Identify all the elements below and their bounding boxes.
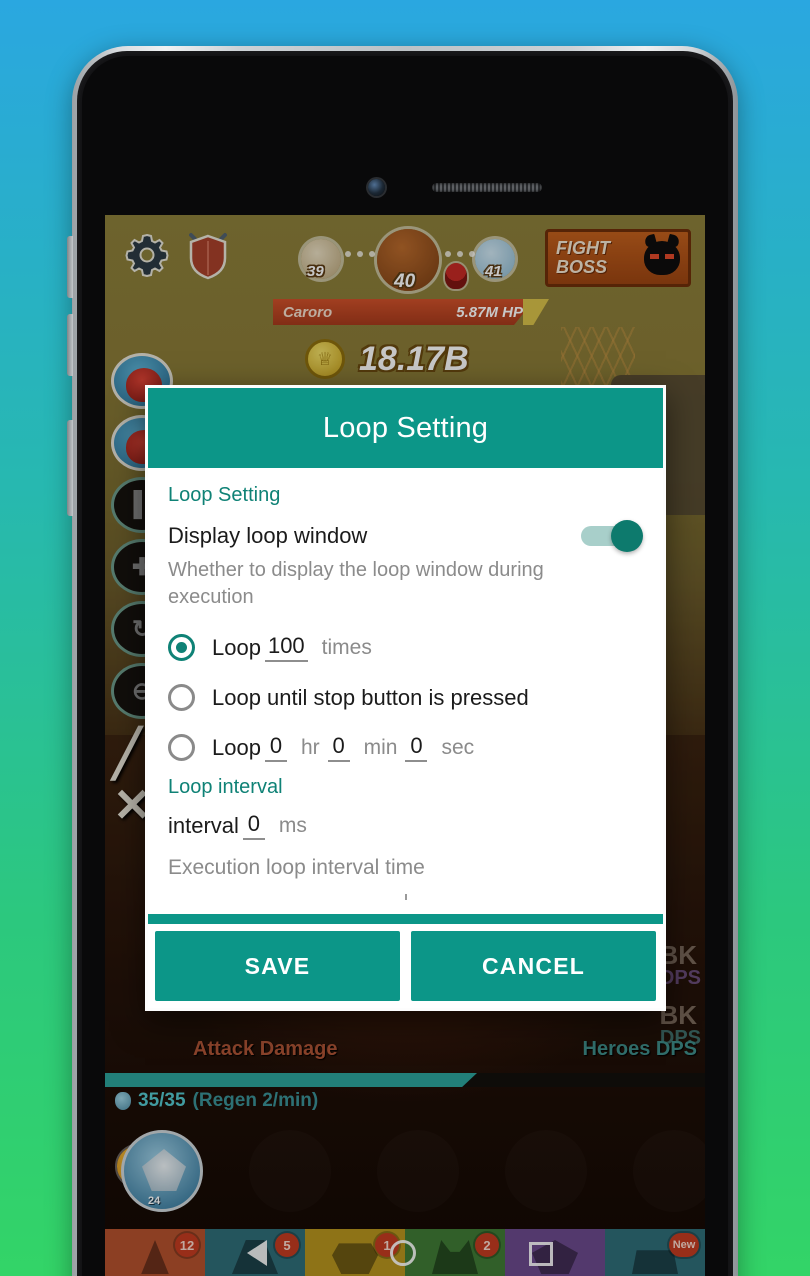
loop-setting-dialog: Loop Setting Loop Setting Display loop w… — [145, 385, 666, 1011]
dialog-divider — [148, 914, 663, 924]
interval-description: Execution loop interval time — [168, 856, 425, 879]
dialog-action-row: SAVE CANCEL — [148, 924, 663, 1008]
loop-seconds-unit: sec — [441, 735, 475, 759]
section-header-loop-setting: Loop Setting — [168, 484, 281, 506]
dialog-header: Loop Setting — [148, 388, 663, 468]
loop-minutes-input[interactable]: 0 — [327, 733, 350, 762]
dialog-title: Loop Setting — [322, 411, 489, 444]
option-loop-times-row[interactable]: Loop 100 times — [168, 633, 643, 662]
cancel-button[interactable]: CANCEL — [408, 928, 659, 1004]
dialog-body: Loop Setting Display loop window Whether… — [148, 468, 663, 906]
game-screen: 39 40 41 FIGHT BOSS Caroro 5.87M HP ♕ 18… — [105, 215, 705, 1276]
radio-loop-duration[interactable] — [168, 734, 195, 761]
volume-down-button[interactable] — [67, 314, 73, 376]
power-button[interactable] — [67, 420, 73, 516]
interval-unit: ms — [278, 813, 307, 837]
display-loop-window-toggle[interactable] — [581, 520, 643, 552]
interval-input[interactable]: 0 — [242, 811, 265, 840]
front-camera-icon — [368, 179, 385, 196]
radio-loop-times[interactable] — [168, 634, 195, 661]
earpiece-speaker-icon — [432, 183, 542, 192]
section-header-loop-interval: Loop interval — [168, 776, 283, 798]
volume-up-button[interactable] — [67, 236, 73, 298]
loop-seconds-input[interactable]: 0 — [405, 733, 428, 762]
toggle-thumb — [611, 520, 643, 552]
display-loop-window-row[interactable]: Display loop window — [168, 520, 643, 552]
interval-label: interval — [168, 812, 239, 838]
loop-times-prefix: Loop — [212, 634, 261, 660]
save-button[interactable]: SAVE — [152, 928, 403, 1004]
radio-loop-until-stop[interactable] — [168, 684, 195, 711]
loop-duration-prefix: Loop — [212, 734, 261, 760]
loop-hours-input[interactable]: 0 — [264, 733, 287, 762]
loop-hours-unit: hr — [300, 735, 320, 759]
loop-times-unit: times — [321, 635, 372, 659]
loop-interval-row[interactable]: interval 0 ms — [168, 811, 643, 840]
loop-until-stop-label: Loop until stop button is pressed — [212, 684, 529, 710]
display-loop-window-description: Whether to display the loop window durin… — [168, 559, 544, 608]
option-loop-duration-row[interactable]: Loop 0 hr 0 min 0 sec — [168, 733, 643, 762]
loop-times-input[interactable]: 100 — [264, 633, 308, 662]
loop-minutes-unit: min — [363, 735, 398, 759]
option-loop-until-stop-row[interactable]: Loop until stop button is pressed — [168, 684, 643, 711]
scroll-indicator — [168, 894, 643, 900]
display-loop-window-label: Display loop window — [168, 523, 368, 548]
